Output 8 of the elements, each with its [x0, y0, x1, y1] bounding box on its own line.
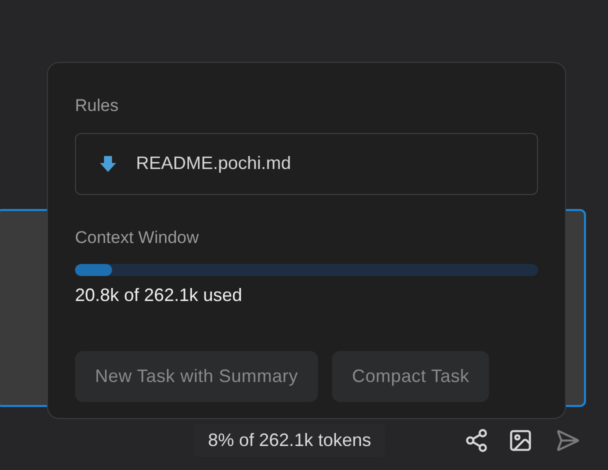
share-icon[interactable] — [464, 428, 489, 453]
rule-file-name: README.pochi.md — [136, 152, 292, 175]
rule-file-item[interactable]: README.pochi.md — [75, 132, 538, 194]
image-icon[interactable] — [508, 428, 533, 453]
context-usage-text: 20.8k of 262.1k used — [75, 284, 244, 307]
rules-heading: Rules — [75, 95, 120, 117]
arrow-down-icon — [100, 154, 116, 172]
context-heading: Context Window — [75, 226, 200, 248]
